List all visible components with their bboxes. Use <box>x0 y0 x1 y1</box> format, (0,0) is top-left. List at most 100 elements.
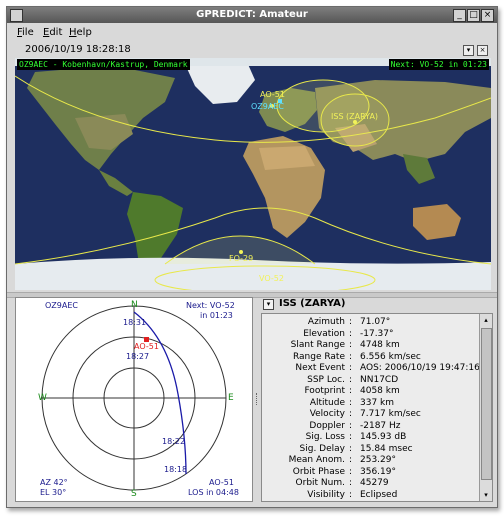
window-menu-button[interactable] <box>10 9 23 22</box>
window-title: GPREDICT: Amateur <box>196 9 308 20</box>
info-row-value: -17.37° <box>360 328 394 339</box>
info-row-key: Orbit Num. <box>295 478 345 488</box>
scroll-up-icon[interactable]: ▴ <box>480 314 492 326</box>
info-row-key: Orbit Phase <box>292 466 345 477</box>
info-row: Orbit Phase:356.19° <box>262 467 476 479</box>
info-header: ▾ ISS (ZARYA) <box>261 297 491 311</box>
info-row-value: 4058 km <box>360 386 400 396</box>
info-row: Sig. Delay:15.84 msec <box>262 444 476 456</box>
satellite-info-panel: ▾ ISS (ZARYA) Azimuth:71.07° Elevation: -1… <box>261 297 493 502</box>
polar-next-line1: Next: VO-52 <box>186 301 235 310</box>
menu-help[interactable]: Help <box>69 27 92 38</box>
info-row-colon: : <box>349 443 353 454</box>
info-row-value: AOS: 2006/10/19 19:47:16 <box>360 363 480 373</box>
time-label-3: 18:22 <box>162 437 186 446</box>
info-row-key: Altitude <box>309 397 345 408</box>
info-row: Slant Range:4748 km <box>262 340 476 352</box>
next-pass-label: Next: VO-52 in 01:23 <box>388 59 489 70</box>
world-map[interactable]: OZ9AEC - Kobenhavn/Kastrup, Denmark Next… <box>15 58 491 290</box>
los-label: LOS in 04:48 <box>188 488 239 497</box>
info-row: Altitude:337 km <box>262 398 476 410</box>
info-row: Visibility: Eclipsed <box>262 490 476 502</box>
maximize-button[interactable]: □ <box>467 9 480 22</box>
compass-west: W <box>38 393 47 403</box>
vertical-scrollbar[interactable]: ▴ ▾ <box>479 314 492 501</box>
info-row-key: Velocity <box>309 409 345 419</box>
pass-track <box>133 311 187 475</box>
map-sat-label-ao51[interactable]: AO-51 <box>260 90 285 99</box>
info-row-key: SSP Loc. <box>307 374 345 385</box>
satellite-name: ISS (ZARYA) <box>279 298 346 309</box>
time-label-4: 18:18 <box>164 465 188 474</box>
info-row-colon: : <box>349 340 353 350</box>
info-row-value: 356.19° <box>360 466 396 477</box>
map-sat-label-fo29[interactable]: FO-29 <box>229 254 253 263</box>
info-row-key: Range Rate <box>292 351 345 362</box>
info-row: Next Event: AOS: 2006/10/19 19:47:16 <box>262 363 479 375</box>
info-row-colon: : <box>349 386 353 396</box>
map-qth-label: OZ9AEC <box>251 102 284 111</box>
info-row-value: 6.556 km/sec <box>360 351 421 362</box>
polar-canvas <box>41 305 227 491</box>
info-row-value: 4748 km <box>360 340 400 350</box>
info-row-key: Elevation <box>303 328 345 339</box>
info-row: Orbit Num.:45279 <box>262 478 476 490</box>
info-row-colon: : <box>349 478 353 488</box>
info-row-colon: : <box>349 489 353 500</box>
compass-south: S <box>131 489 137 499</box>
info-row: Doppler: -2187 Hz <box>262 421 476 433</box>
info-row-key: Mean Anom. <box>288 455 345 465</box>
info-row: Footprint:4058 km <box>262 386 476 398</box>
info-row-colon: : <box>349 363 353 373</box>
info-row-value: NN17CD <box>360 374 399 385</box>
scroll-thumb[interactable] <box>481 328 492 480</box>
compass-east: E <box>228 393 234 403</box>
el-label: EL 30° <box>40 488 67 497</box>
info-row-key: Slant Range <box>290 340 345 350</box>
info-row-key: Next Event <box>295 363 345 373</box>
polar-sat-label: AO-51 <box>134 342 159 351</box>
module-close-button[interactable]: × <box>477 45 488 56</box>
info-row-value: 71.07° <box>360 317 391 327</box>
info-row-value: 45279 <box>360 478 389 488</box>
info-row-key: Sig. Delay <box>299 443 345 454</box>
info-row-value: Eclipsed <box>360 489 398 500</box>
info-row-value: 7.717 km/sec <box>360 409 421 419</box>
menu-edit[interactable]: Edit <box>43 27 62 38</box>
info-row-key: Doppler <box>309 420 345 431</box>
menu-file[interactable]: File <box>17 27 34 38</box>
info-row-colon: : <box>349 317 353 327</box>
info-row: Range Rate:6.556 km/sec <box>262 352 476 364</box>
main-window: GPREDICT: Amateur _ □ × File Edit Help 2… <box>6 6 498 508</box>
info-row-colon: : <box>349 374 353 385</box>
compass-north: N <box>131 300 138 310</box>
info-table: Azimuth:71.07° Elevation: -17.37° Slant Ran… <box>261 313 493 502</box>
info-row-colon: : <box>349 409 353 419</box>
info-row: Velocity:7.717 km/sec <box>262 409 476 421</box>
info-row: Mean Anom.:253.29° <box>262 455 476 467</box>
info-row-value: -2187 Hz <box>360 420 401 431</box>
map-sat-label-iss[interactable]: ISS (ZARYA) <box>331 112 378 121</box>
scroll-down-icon[interactable]: ▾ <box>480 489 492 501</box>
info-row-value: 337 km <box>360 397 395 408</box>
module-options-button[interactable]: ▾ <box>463 45 474 56</box>
menu-bar: File Edit Help <box>7 24 497 42</box>
info-row-colon: : <box>349 455 353 465</box>
info-row-key: Sig. Loss <box>305 432 345 442</box>
expand-toggle-icon[interactable]: ▾ <box>263 299 274 310</box>
title-bar[interactable]: GPREDICT: Amateur _ □ × <box>7 7 497 23</box>
info-row-colon: : <box>349 420 353 431</box>
az-label: AZ 42° <box>40 478 68 487</box>
polar-plot[interactable]: OZ9AEC Next: VO-52 in 01:23 N S E W 18:3… <box>15 297 253 502</box>
polar-next-line2: in 01:23 <box>200 311 233 320</box>
grip-icon <box>256 393 259 405</box>
info-row-value: 145.93 dB <box>360 432 407 442</box>
info-row-colon: : <box>349 432 353 442</box>
map-sat-label-vo52[interactable]: VO-52 <box>259 274 284 283</box>
vertical-splitter[interactable] <box>254 297 260 500</box>
minimize-button[interactable]: _ <box>453 9 466 22</box>
close-button[interactable]: × <box>481 9 494 22</box>
bottom-sat-label: AO-51 <box>209 478 234 487</box>
info-row-colon: : <box>349 328 353 339</box>
polar-qth-label: OZ9AEC <box>45 301 78 310</box>
